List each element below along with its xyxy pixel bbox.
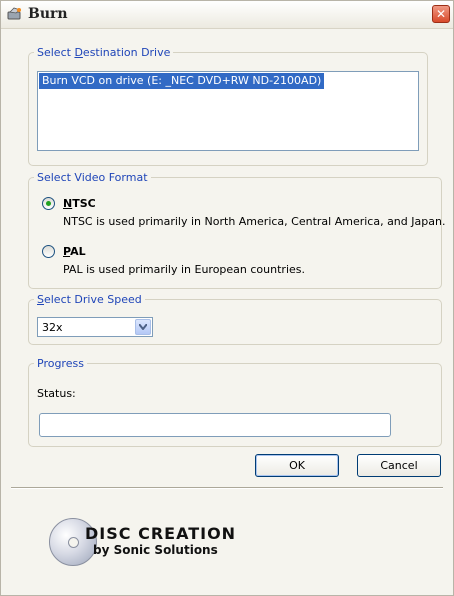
cancel-button[interactable]: Cancel [357, 454, 441, 477]
ntsc-description: NTSC is used primarily in North America,… [63, 215, 446, 228]
destination-drive-legend: Select Destination Drive [37, 46, 171, 59]
drive-speed-select[interactable]: 32x [37, 317, 153, 337]
disc-creation-logo: DISC CREATION by Sonic Solutions [41, 511, 271, 571]
dropdown-button[interactable] [135, 319, 151, 335]
progress-bar [39, 413, 391, 437]
pal-description: PAL is used primarily in European countr… [63, 263, 305, 276]
list-item[interactable]: Burn VCD on drive (E: _NEC DVD+RW ND-210… [39, 73, 325, 89]
close-icon: ✕ [435, 7, 447, 21]
title-bar: Burn ✕ [1, 1, 453, 29]
window-title: Burn [28, 6, 68, 22]
ntsc-radio[interactable] [42, 197, 55, 210]
ok-button[interactable]: OK [255, 454, 339, 477]
burn-icon [7, 7, 21, 20]
close-button[interactable]: ✕ [432, 5, 450, 23]
destination-drive-list[interactable]: Burn VCD on drive (E: _NEC DVD+RW ND-210… [37, 71, 419, 151]
logo-title: DISC CREATION [85, 524, 237, 543]
ntsc-label[interactable]: NTSC [63, 197, 96, 210]
video-format-legend: Select Video Format [37, 171, 148, 184]
chevron-down-icon [139, 324, 147, 330]
status-label: Status: [37, 387, 76, 400]
pal-label[interactable]: PAL [63, 245, 86, 258]
logo-subtitle: by Sonic Solutions [93, 543, 218, 557]
progress-legend: Progress [37, 357, 84, 370]
pal-radio[interactable] [42, 245, 55, 258]
separator [11, 487, 443, 489]
drive-speed-value: 32x [42, 321, 63, 334]
burn-dialog: Burn ✕ Select Destination Drive Burn VCD… [0, 0, 454, 596]
drive-speed-legend: Select Drive Speed [37, 293, 142, 306]
